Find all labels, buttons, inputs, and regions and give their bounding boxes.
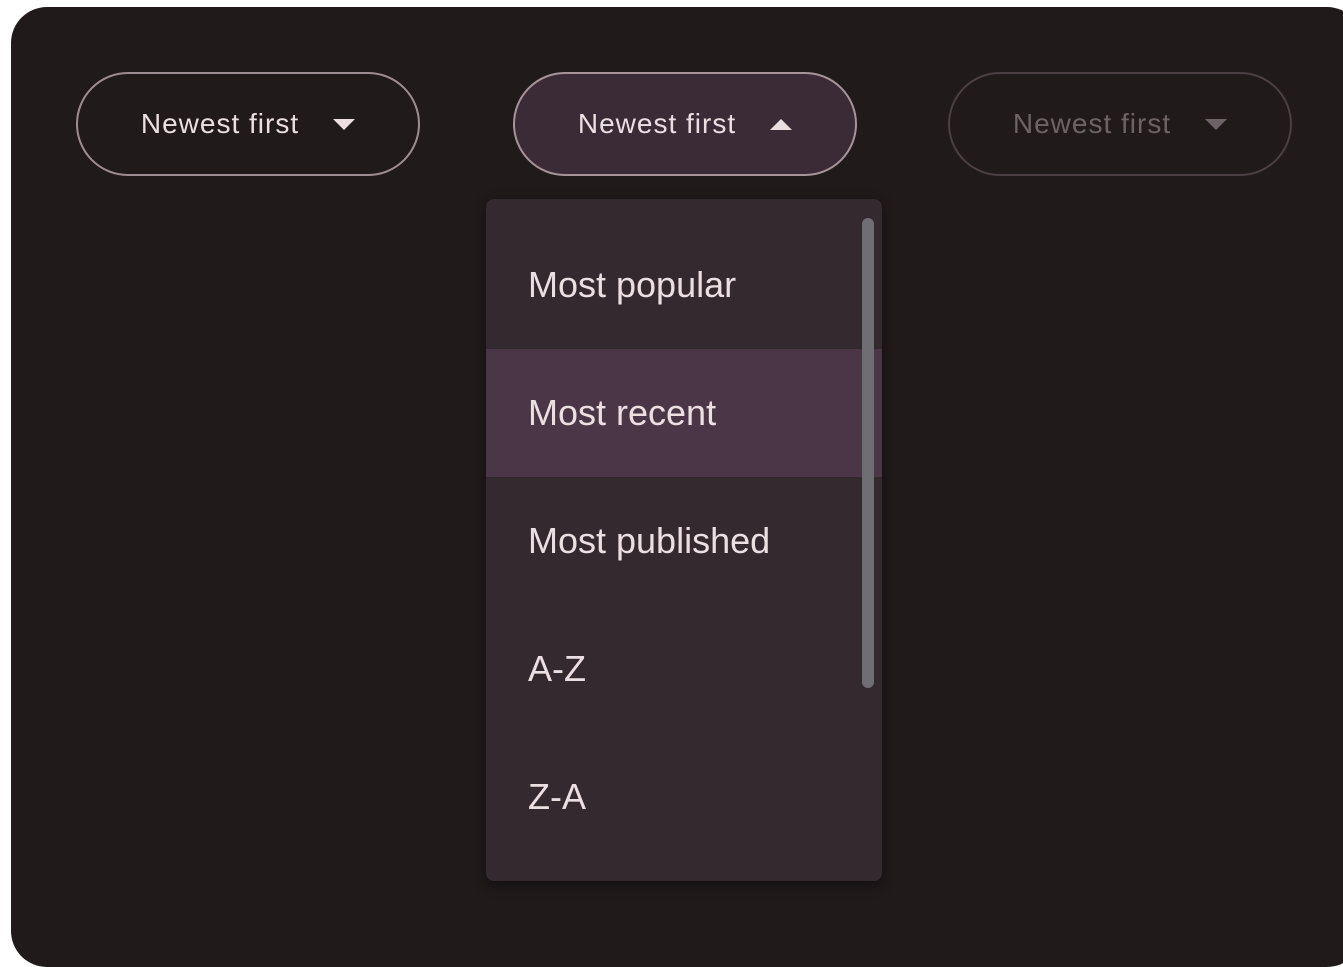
menu-item-most-popular[interactable]: Most popular [486, 221, 882, 349]
arrow-drop-down-icon [1205, 118, 1228, 130]
menu-item-z-a[interactable]: Z-A [486, 733, 882, 861]
menu-item-most-recent[interactable]: Most recent [486, 349, 882, 477]
sort-dropdown-disabled: Newest first [948, 72, 1292, 176]
sort-dropdown-label: Newest first [577, 108, 737, 139]
menu-scrollbar[interactable] [862, 218, 874, 688]
menu-item-most-published[interactable]: Most published [486, 477, 882, 605]
arrow-drop-up-icon [770, 118, 793, 130]
sort-dropdown-enabled[interactable]: Newest first [76, 72, 420, 176]
menu-item-a-z[interactable]: A-Z [486, 605, 882, 733]
sort-options-menu: Most popular Most recent Most published … [486, 199, 882, 881]
sort-dropdown-label: Newest first [1012, 108, 1172, 139]
sort-dropdown-open[interactable]: Newest first [513, 72, 857, 176]
arrow-drop-down-icon [333, 118, 356, 130]
sort-dropdown-label: Newest first [140, 108, 300, 139]
